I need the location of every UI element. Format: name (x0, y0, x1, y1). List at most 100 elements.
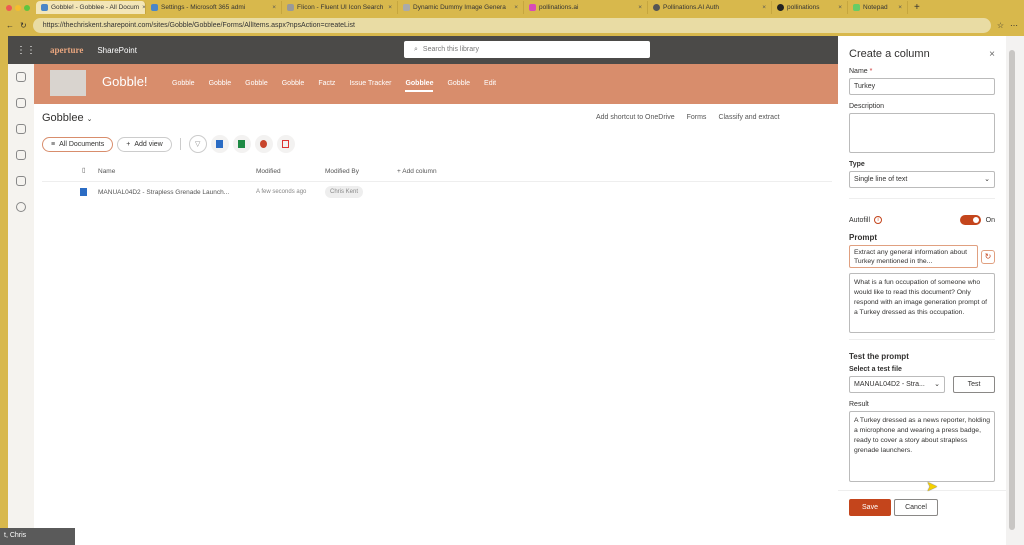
pdf-filter-icon[interactable] (276, 135, 295, 153)
filter-icon[interactable]: ▽ (188, 135, 207, 153)
close-icon[interactable]: × (762, 4, 766, 11)
site-logo (50, 70, 86, 96)
test-button[interactable]: Test (953, 376, 995, 393)
github-icon (777, 4, 784, 11)
excel-filter-icon[interactable] (232, 135, 251, 153)
result-textarea[interactable]: A Turkey dressed as a news reporter, hol… (849, 411, 995, 482)
tab-settings[interactable]: Settings - Microsoft 365 admi × (146, 1, 282, 14)
view-bar: ≡ All Documents + Add view ▽ (42, 135, 295, 153)
forms-button[interactable]: Forms (687, 114, 707, 121)
prompt-textarea[interactable]: What is a fun occupation of someone who … (849, 273, 995, 333)
tab-pollinations-auth[interactable]: Pollinations.AI Auth × (648, 1, 772, 14)
chevron-down-icon: ⌄ (984, 176, 990, 183)
overlay-bar: t, Chris (0, 528, 75, 545)
nav-item[interactable]: Gobble (447, 80, 470, 92)
close-icon[interactable]: × (388, 4, 392, 11)
autofill-row: Autofill i On (849, 215, 995, 225)
name-input[interactable]: Turkey (849, 78, 995, 95)
file-icon[interactable] (16, 150, 26, 160)
nav-item[interactable]: Gobble (209, 80, 232, 92)
address-bar-row: ← ↻ https://thechriskent.sharepoint.com/s… (0, 15, 1024, 36)
panel-title: Create a column (849, 48, 930, 60)
all-documents-view[interactable]: ≡ All Documents (42, 136, 114, 152)
cancel-button[interactable]: Cancel (894, 499, 938, 516)
chevron-down-icon: ⌄ (934, 381, 940, 388)
nav-item[interactable]: Gobble (282, 80, 305, 92)
scrollbar-thumb[interactable] (1009, 50, 1015, 530)
page-icon (403, 4, 410, 11)
panel-scrollbar[interactable] (1006, 36, 1024, 545)
list-icon[interactable] (16, 176, 26, 186)
prompt-summary[interactable]: Extract any general information about Tu… (849, 245, 978, 268)
globe-icon[interactable] (16, 98, 26, 108)
divider (179, 138, 181, 150)
modified-by-column-header[interactable]: Modified By (325, 168, 359, 175)
extensions-icon[interactable]: ⋯ (1010, 21, 1018, 30)
powerpoint-filter-icon[interactable] (254, 135, 273, 153)
back-icon[interactable]: ← (6, 21, 14, 30)
library-title[interactable]: Gobblee ⌄ (42, 112, 93, 124)
nav-item[interactable]: Issue Tracker (349, 80, 391, 92)
word-filter-icon[interactable] (210, 135, 229, 153)
close-icon[interactable]: × (514, 4, 518, 11)
add-shortcut-button[interactable]: Add shortcut to OneDrive (596, 114, 675, 121)
select-test-file-label: Select a test file (849, 366, 902, 373)
flask-icon (287, 4, 294, 11)
tab-flicon[interactable]: FIicon - Fluent UI Icon Search × (282, 1, 398, 14)
tab-github[interactable]: pollinations × (772, 1, 848, 14)
mouse-cursor-icon: ➤ (926, 478, 938, 494)
file-name-link[interactable]: MANUAL04D2 - Strapless Grenade Launch... (98, 189, 229, 196)
admin-icon (151, 4, 158, 11)
type-label: Type (849, 161, 865, 168)
name-label: Name * (849, 68, 873, 75)
tab-gobble[interactable]: Gobble! - Gobblee - All Docum × (36, 1, 146, 14)
search-icon: ⌕ (414, 45, 418, 53)
browser-tab-bar: Gobble! - Gobblee - All Docum × Settings … (0, 0, 1024, 15)
new-tab-button[interactable]: + (908, 2, 920, 13)
favorites-icon[interactable]: ☆ (997, 21, 1004, 30)
left-rail (8, 64, 34, 545)
site-nav: Gobble Gobble Gobble Gobble Factz Issue … (172, 80, 496, 92)
close-icon[interactable]: × (272, 4, 276, 11)
sharepoint-link[interactable]: SharePoint (97, 46, 137, 55)
close-icon[interactable]: × (638, 4, 642, 11)
save-button[interactable]: Save (849, 499, 891, 516)
nav-item-selected[interactable]: Gobblee (405, 80, 434, 92)
nav-edit[interactable]: Edit (484, 80, 496, 92)
add-icon[interactable] (16, 202, 26, 212)
sharepoint-icon (41, 4, 48, 11)
tab-dummy-image[interactable]: Dynamic Dummy Image Genera × (398, 1, 524, 14)
site-title[interactable]: Gobble! (102, 74, 148, 89)
add-view-button[interactable]: + Add view (117, 136, 172, 152)
info-icon[interactable]: i (874, 216, 883, 224)
refresh-icon[interactable]: ↻ (981, 249, 995, 264)
home-icon[interactable] (16, 72, 26, 82)
divider (849, 198, 995, 199)
close-icon[interactable]: × (898, 4, 902, 11)
nav-item[interactable]: Factz (318, 80, 335, 92)
window-controls[interactable] (0, 4, 36, 11)
tab-pollinations[interactable]: pollinations.ai × (524, 1, 648, 14)
aperture-logo[interactable]: aperture (50, 45, 83, 55)
autofill-toggle[interactable] (959, 215, 981, 225)
description-label: Description (849, 103, 885, 110)
news-icon[interactable] (16, 124, 26, 134)
type-dropdown[interactable]: Single line of text ⌄ (849, 171, 995, 188)
person-badge[interactable]: Chris Kent (325, 186, 364, 198)
description-textarea[interactable] (849, 113, 995, 153)
test-file-dropdown[interactable]: MANUAL04D2 - Stra... ⌄ (849, 376, 945, 393)
search-input[interactable]: ⌕ Search this library (404, 41, 650, 58)
name-column-header[interactable]: Name (98, 168, 115, 175)
url-field[interactable]: https://thechriskent.sharepoint.com/site… (32, 18, 991, 33)
nav-item[interactable]: Gobble (172, 80, 195, 92)
classify-button[interactable]: Classify and extract (718, 114, 779, 121)
nav-item[interactable]: Gobble (245, 80, 268, 92)
modified-column-header[interactable]: Modified (256, 168, 281, 175)
table-row[interactable]: MANUAL04D2 - Strapless Grenade Launch...… (42, 184, 832, 202)
refresh-icon[interactable]: ↻ (20, 21, 27, 30)
add-column-button[interactable]: + Add column (397, 168, 437, 175)
app-launcher-icon[interactable]: ⋮⋮ (16, 45, 36, 56)
close-icon[interactable]: × (989, 49, 995, 60)
tab-notepad[interactable]: Notepad × (848, 1, 908, 14)
close-icon[interactable]: × (838, 4, 842, 11)
